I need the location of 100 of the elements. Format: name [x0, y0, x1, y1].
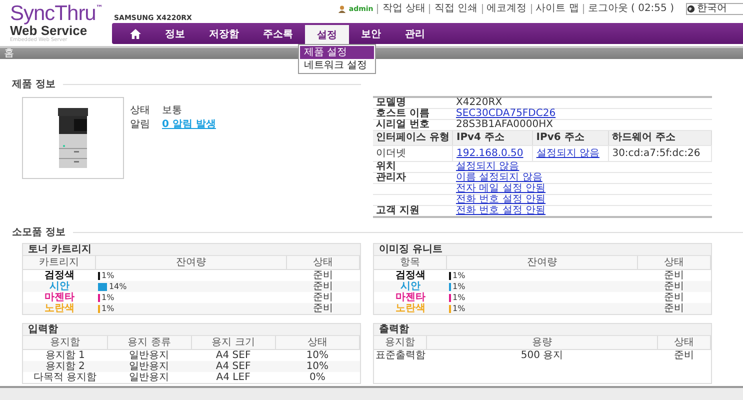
- panel-title: 출력함: [374, 324, 711, 336]
- info-label: 시리얼 번호: [376, 119, 430, 130]
- info-label: 위치: [376, 161, 396, 172]
- info-link[interactable]: 설정되지 않음: [536, 148, 600, 158]
- language-select[interactable]: 한국어: [686, 2, 743, 14]
- level-reading: 1%: [452, 302, 466, 314]
- status-text: 준비: [664, 292, 684, 303]
- color-name: 노란색: [44, 303, 74, 314]
- column-header: 카트리지: [39, 257, 79, 268]
- status-text: 준비: [664, 303, 684, 314]
- info-value: 30:cd:a7:5f:dc:26: [612, 148, 700, 158]
- table-cell: 준비: [674, 350, 694, 361]
- table-cell: 10%: [306, 350, 329, 361]
- menu-item[interactable]: 제품 설정: [300, 46, 374, 59]
- user-icon: [338, 4, 346, 12]
- panel-title: 이미징 유니트: [374, 244, 711, 256]
- status-text: 준비: [313, 303, 333, 314]
- info-link[interactable]: 192.168.0.50: [456, 148, 524, 158]
- column-header: 상태: [313, 257, 333, 268]
- header-link[interactable]: 사이트 맵: [530, 4, 583, 14]
- menu-item[interactable]: 네트워크 설정: [300, 59, 374, 72]
- logo-subtitle: Web Service: [10, 24, 88, 37]
- level-reading: 1%: [452, 270, 466, 280]
- column-header: 하드웨어 주소: [612, 132, 676, 143]
- info-label: 모델명: [376, 97, 406, 108]
- info-label: 관리자: [376, 172, 406, 183]
- nav-tab[interactable]: 정보: [153, 23, 197, 44]
- table-cell: 일반용지: [129, 372, 170, 383]
- status-text: 준비: [313, 270, 333, 281]
- info-link[interactable]: 이름 설정되지 않음: [456, 172, 542, 183]
- color-name: 시안: [49, 281, 70, 292]
- field-label: 알림: [130, 119, 151, 130]
- header-link[interactable]: 로그아웃 ( 02:55 ): [582, 4, 678, 14]
- status-text: 준비: [313, 281, 333, 292]
- level-reading: 1%: [102, 270, 114, 280]
- column-header: IPv4 주소: [456, 132, 504, 143]
- info-link[interactable]: SEC30CDA75FDC26: [456, 108, 556, 119]
- level-reading: 1%: [452, 280, 466, 292]
- level-reading: 1%: [102, 302, 114, 314]
- table-cell: 다목적 용지함: [33, 372, 97, 383]
- globe-icon: [687, 4, 695, 12]
- table-cell: 일반용지: [129, 350, 170, 361]
- column-header: 용지 종류: [128, 337, 171, 348]
- level-reading: 1%: [452, 292, 466, 302]
- column-header: IPv6 주소: [536, 132, 584, 143]
- column-header: 항목: [400, 257, 420, 268]
- panel-title: 입력함: [23, 324, 360, 336]
- nav-tab[interactable]: 보안: [349, 23, 393, 44]
- nav-tab[interactable]: 설정: [305, 25, 349, 44]
- table-cell: 0%: [310, 372, 326, 383]
- color-name: 검정색: [395, 270, 426, 281]
- info-link[interactable]: 전화 번호 설정 안됨: [456, 194, 546, 205]
- table-cell: A4 SEF: [216, 361, 251, 372]
- info-link[interactable]: 설정되지 않음: [456, 161, 520, 172]
- table-cell: 500 용지: [520, 350, 564, 361]
- info-value: 28S3B1AFA0000HX: [456, 119, 553, 130]
- nav-tab[interactable]: 주소록: [251, 23, 305, 44]
- section-title: 소모품 정보: [12, 226, 66, 239]
- info-label: 호스트 이름: [376, 108, 430, 119]
- table-cell: A4 LEF: [216, 372, 250, 383]
- section-title: 제품 정보: [12, 78, 56, 91]
- column-header: 상태: [674, 337, 694, 348]
- info-link[interactable]: 전화 번호 설정 안됨: [456, 205, 546, 216]
- header-link[interactable]: 작업 상태: [377, 4, 430, 14]
- column-header: 잔여량: [176, 257, 206, 268]
- color-name: 시안: [400, 281, 420, 292]
- column-header: 인터페이스 유형: [376, 132, 450, 143]
- panel-title: 토너 카트리지: [23, 244, 360, 256]
- field-label: 상태: [130, 105, 151, 116]
- level-reading: 1%: [102, 292, 114, 302]
- column-header: 상태: [307, 337, 328, 348]
- table-cell: A4 SEF: [216, 350, 251, 361]
- table-cell: 표준출력함: [375, 350, 426, 361]
- info-value: X4220RX: [456, 97, 502, 108]
- info-link[interactable]: 전자 메일 설정 안됨: [456, 183, 546, 194]
- status-text: 준비: [313, 292, 333, 303]
- status-text: 준비: [664, 270, 684, 281]
- home-icon: [130, 28, 141, 38]
- status-value: 보통: [162, 105, 183, 116]
- color-name: 검정색: [44, 270, 74, 281]
- header-link[interactable]: 직접 인쇄: [429, 4, 482, 14]
- column-header: 용지 크기: [212, 337, 255, 348]
- column-header: 상태: [664, 257, 684, 268]
- table-cell: 용지함 1: [45, 350, 85, 361]
- header-link[interactable]: 에코계정: [482, 4, 531, 14]
- color-name: 마젠타: [44, 292, 74, 303]
- table-cell: 10%: [306, 361, 329, 372]
- table-cell: 용지함 2: [45, 361, 85, 372]
- column-header: 용지함: [50, 337, 80, 348]
- color-name: 노란색: [395, 303, 426, 314]
- nav-tab[interactable]: 관리: [393, 23, 437, 44]
- logo-title: SyncThru: [10, 4, 96, 24]
- level-reading: 14%: [108, 280, 127, 292]
- info-value: 이더넷: [376, 148, 406, 158]
- status-text: 준비: [664, 281, 684, 292]
- column-header: 잔여량: [527, 257, 557, 268]
- column-header: 용지함: [385, 337, 415, 348]
- color-name: 마젠타: [395, 292, 426, 303]
- nav-tab[interactable]: 저장함: [197, 23, 251, 44]
- table-cell: 일반용지: [129, 361, 170, 372]
